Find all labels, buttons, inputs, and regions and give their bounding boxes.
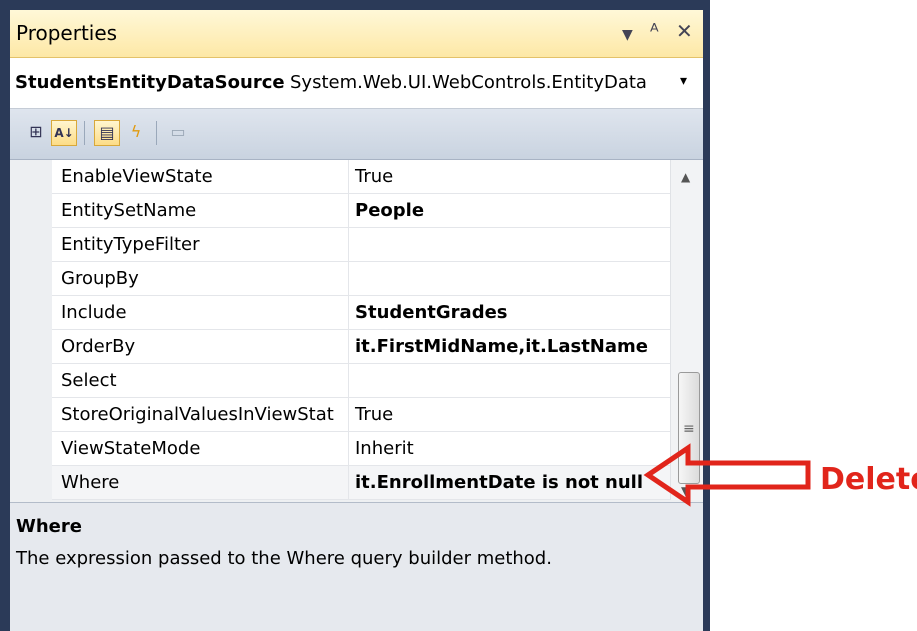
property-name: GroupBy	[61, 268, 139, 289]
property-value[interactable]: True	[348, 398, 670, 431]
description-panel: Where The expression passed to the Where…	[10, 502, 703, 631]
close-icon[interactable]: ✕	[676, 19, 693, 43]
selected-object-name: StudentsEntityDataSource	[15, 72, 285, 93]
property-pages-icon: ▭	[170, 122, 186, 141]
property-name: StoreOriginalValuesInViewStat	[61, 404, 334, 425]
property-grid: EnableViewState True EntitySetName Peopl…	[10, 160, 703, 500]
description-text: The expression passed to the Where query…	[16, 548, 552, 569]
property-row[interactable]: Select	[52, 364, 670, 398]
property-value[interactable]: it.EnrollmentDate is not null	[348, 466, 670, 499]
property-name: Select	[61, 370, 117, 391]
selected-object-type: System.Web.UI.WebControls.EntityData	[290, 72, 647, 93]
properties-window: Properties ▼ ᴬ ✕ StudentsEntityDataSourc…	[10, 10, 703, 631]
property-row[interactable]: EnableViewState True	[52, 160, 670, 194]
categorized-icon[interactable]: ⊞	[23, 120, 49, 146]
delete-callout: Delete	[820, 462, 917, 497]
window-menu-dropdown-icon[interactable]: ▼	[622, 23, 633, 47]
property-row[interactable]: ViewStateMode Inherit	[52, 432, 670, 466]
arrow-shape	[643, 443, 811, 507]
property-row[interactable]: EntitySetName People	[52, 194, 670, 228]
window-title: Properties	[16, 21, 118, 45]
toolbar-separator	[156, 121, 157, 145]
property-value[interactable]: StudentGrades	[348, 296, 670, 329]
property-value[interactable]: Inherit	[348, 432, 670, 465]
property-value[interactable]: True	[348, 160, 670, 193]
description-title: Where	[16, 516, 82, 537]
properties-window-frame: Properties ▼ ᴬ ✕ StudentsEntityDataSourc…	[0, 0, 710, 631]
object-selector[interactable]: StudentsEntityDataSource System.Web.UI.W…	[10, 58, 703, 109]
red-arrow-annotation	[643, 443, 811, 507]
properties-toolbar: ⊞ A↓ ▤ ϟ ▭	[10, 109, 703, 160]
scroll-up-icon[interactable]: ▲	[681, 170, 690, 184]
property-value[interactable]	[348, 364, 670, 397]
property-row[interactable]: StoreOriginalValuesInViewStat True	[52, 398, 670, 432]
property-name: OrderBy	[61, 336, 136, 357]
title-bar: Properties ▼ ᴬ ✕	[10, 10, 703, 58]
property-row-selected[interactable]: Where it.EnrollmentDate is not null	[52, 466, 670, 500]
pin-icon[interactable]: ᴬ	[650, 19, 659, 43]
property-value[interactable]: People	[348, 194, 670, 227]
grid-gutter	[10, 160, 52, 500]
property-row[interactable]: Include StudentGrades	[52, 296, 670, 330]
grip-icon: ≡	[683, 421, 695, 437]
property-row[interactable]: EntityTypeFilter	[52, 228, 670, 262]
alphabetical-sort-icon[interactable]: A↓	[51, 120, 77, 146]
property-name: EntityTypeFilter	[61, 234, 200, 255]
property-name: Where	[61, 472, 120, 493]
property-row[interactable]: GroupBy	[52, 262, 670, 296]
property-row[interactable]: OrderBy it.FirstMidName,it.LastName	[52, 330, 670, 364]
property-name: Include	[61, 302, 127, 323]
events-icon[interactable]: ϟ	[123, 120, 149, 146]
chevron-down-icon[interactable]: ▾	[680, 73, 687, 89]
properties-icon[interactable]: ▤	[94, 120, 120, 146]
property-name: EntitySetName	[61, 200, 197, 221]
property-name: ViewStateMode	[61, 438, 201, 459]
toolbar-separator	[84, 121, 85, 145]
property-value[interactable]	[348, 262, 670, 295]
property-value[interactable]: it.FirstMidName,it.LastName	[348, 330, 670, 363]
property-value[interactable]	[348, 228, 670, 261]
property-name: EnableViewState	[61, 166, 213, 187]
